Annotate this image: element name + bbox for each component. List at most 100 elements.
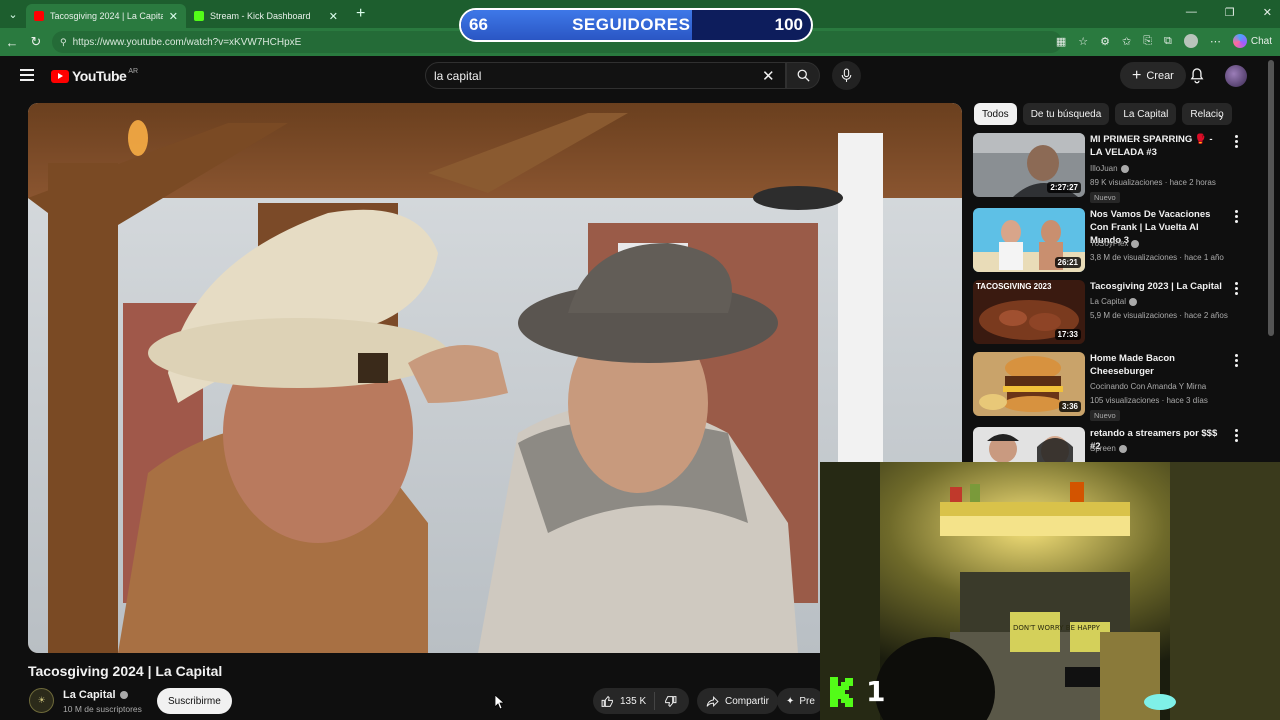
follower-goal-target: 100 (774, 15, 803, 34)
like-dislike-group: 135 K (593, 688, 689, 714)
recommended-channel[interactable]: La Capital (1090, 297, 1138, 306)
clear-search-icon[interactable]: ✕ (762, 67, 775, 85)
recommended-video[interactable]: 2:27:27 MI PRIMER SPARRING 🥊 - LA VELADA… (973, 133, 1248, 203)
streamer-webcam: DON'T WORRY BE HAPPY (820, 462, 1280, 720)
thumbnail-caption: TACOSGIVING 2023 (976, 282, 1052, 291)
video-thumbnail[interactable]: TACOSGIVING 2023 17:33 (973, 280, 1085, 344)
channel-name-link[interactable]: La Capital (63, 689, 128, 701)
youtube-wordmark: YouTube (72, 68, 127, 84)
subscriber-count: 10 M de suscriptores (63, 704, 142, 714)
more-options-icon[interactable] (1231, 354, 1241, 367)
dislike-button[interactable] (655, 695, 677, 708)
premium-action-label: Pre (799, 695, 815, 707)
tab-youtube[interactable]: Tacosgiving 2024 | La Capital - You ✕ (26, 4, 186, 28)
video-duration: 26:21 (1054, 257, 1081, 268)
video-duration: 3:36 (1058, 401, 1081, 412)
create-button[interactable]: + Crear (1120, 62, 1186, 89)
reload-icon[interactable]: ↻ (24, 34, 48, 50)
window-controls: — ❐ ✕ (1186, 6, 1272, 19)
more-menu-icon[interactable]: ⋯ (1210, 35, 1221, 48)
split-screen-icon[interactable]: ⧉ (1164, 35, 1172, 48)
extensions-icon[interactable]: ⚙ (1100, 35, 1110, 48)
recommended-channel[interactable]: Cocinando Con Amanda Y Mirna (1090, 382, 1206, 391)
recommended-video[interactable]: 3:36 Home Made Bacon Cheeseburger Cocina… (973, 352, 1248, 421)
chip-la-capital[interactable]: La Capital (1115, 103, 1177, 125)
pillow-sign-text: DON'T WORRY BE HAPPY (1013, 624, 1101, 632)
thumbs-down-icon (665, 695, 677, 707)
restore-icon[interactable]: ❐ (1225, 6, 1235, 19)
menu-icon[interactable] (20, 69, 34, 81)
video-thumbnail[interactable]: 3:36 (973, 352, 1085, 416)
video-thumbnail[interactable]: 26:21 (973, 208, 1085, 272)
more-options-icon[interactable] (1231, 429, 1241, 442)
mouse-cursor-icon (495, 695, 505, 710)
close-tab-icon[interactable]: ✕ (329, 10, 338, 23)
close-tab-icon[interactable]: ✕ (169, 10, 178, 23)
favorite-star-icon[interactable]: ☆ (1078, 35, 1088, 48)
new-tab-button[interactable]: + (356, 5, 365, 23)
page-scrollbar[interactable] (1268, 60, 1274, 336)
new-badge: Nuevo (1090, 410, 1120, 421)
channel-text: Cocinando Con Amanda Y Mirna (1090, 382, 1207, 391)
share-button[interactable]: Compartir (697, 688, 778, 714)
back-icon[interactable]: ← (0, 35, 24, 50)
recommended-channel[interactable]: YoSoyPlex (1090, 239, 1140, 248)
channel-avatar[interactable]: ☀ (29, 688, 54, 713)
verified-badge-icon (119, 691, 128, 699)
share-label: Compartir (725, 695, 769, 707)
site-info-icon[interactable]: ⚲ (60, 37, 67, 48)
more-options-icon[interactable] (1231, 135, 1241, 148)
video-thumbnail[interactable]: 2:27:27 (973, 133, 1085, 197)
video-duration: 2:27:27 (1047, 182, 1081, 193)
tab-actions-chevron-icon[interactable]: ⌄ (0, 0, 26, 28)
recommended-video[interactable]: TACOSGIVING 2023 17:33 Tacosgiving 2023 … (973, 280, 1248, 348)
chip-relacionados[interactable]: Relacio (1182, 103, 1232, 125)
recommended-channel[interactable]: Spreen (1090, 444, 1127, 453)
account-avatar[interactable] (1225, 65, 1247, 87)
recommended-channel[interactable]: IlloJuan (1090, 164, 1129, 173)
tab-kick-dashboard[interactable]: Stream - Kick Dashboard ✕ (186, 4, 346, 28)
kick-viewer-count: 1 (866, 675, 886, 708)
subscribe-button[interactable]: Suscribirme (157, 688, 232, 714)
channel-name: La Capital (63, 689, 116, 701)
chevron-right-icon[interactable]: › (1219, 110, 1223, 124)
more-options-icon[interactable] (1231, 210, 1241, 223)
sparkle-icon: ✦ (786, 695, 795, 707)
profile-avatar[interactable] (1183, 34, 1198, 48)
more-options-icon[interactable] (1231, 282, 1241, 295)
new-badge: Nuevo (1090, 192, 1120, 203)
chip-de-tu-busqueda[interactable]: De tu búsqueda (1022, 103, 1110, 125)
search-input[interactable]: la capital (425, 62, 786, 89)
minimize-icon[interactable]: — (1186, 6, 1197, 19)
recommended-title[interactable]: MI PRIMER SPARRING 🥊 - LA VELADA #3 (1090, 133, 1225, 159)
search-icon (797, 69, 810, 82)
youtube-favicon-icon (34, 11, 44, 21)
search-button[interactable] (786, 62, 820, 89)
plus-icon: + (1132, 66, 1142, 84)
verified-badge-icon (1131, 239, 1140, 248)
recommended-video[interactable]: 26:21 Nos Vamos De Vacaciones Con Frank … (973, 208, 1248, 276)
premium-action-button[interactable]: ✦ Pre (777, 688, 824, 714)
verified-badge-icon (1118, 444, 1127, 453)
notifications-bell-icon[interactable] (1189, 67, 1205, 84)
close-window-icon[interactable]: ✕ (1263, 6, 1272, 19)
copilot-label: Chat (1250, 35, 1272, 47)
webcam-room-image: DON'T WORRY BE HAPPY (820, 462, 1280, 720)
apps-icon[interactable]: ▦ (1056, 35, 1066, 48)
recommended-title[interactable]: Tacosgiving 2023 | La Capital (1090, 280, 1225, 293)
verified-badge-icon (1129, 297, 1138, 306)
favorites-icon[interactable]: ✩ (1122, 35, 1131, 48)
like-button[interactable]: 135 K (593, 692, 656, 710)
channel-text: Spreen (1090, 444, 1116, 453)
follower-goal-label: SEGUIDORES (572, 15, 691, 34)
youtube-logo[interactable]: YouTube AR (51, 68, 138, 84)
chip-todos[interactable]: Todos (974, 103, 1017, 125)
collections-icon[interactable]: ⎘ (1143, 35, 1152, 48)
like-count: 135 K (620, 695, 647, 707)
follower-goal-bar: 66 SEGUIDORES 100 (459, 8, 813, 42)
video-title: Tacosgiving 2024 | La Capital (28, 663, 223, 679)
copilot-button[interactable]: Chat (1232, 34, 1272, 48)
voice-search-button[interactable] (832, 61, 861, 90)
kick-favicon-icon (194, 11, 204, 21)
recommended-title[interactable]: Home Made Bacon Cheeseburger (1090, 352, 1225, 378)
